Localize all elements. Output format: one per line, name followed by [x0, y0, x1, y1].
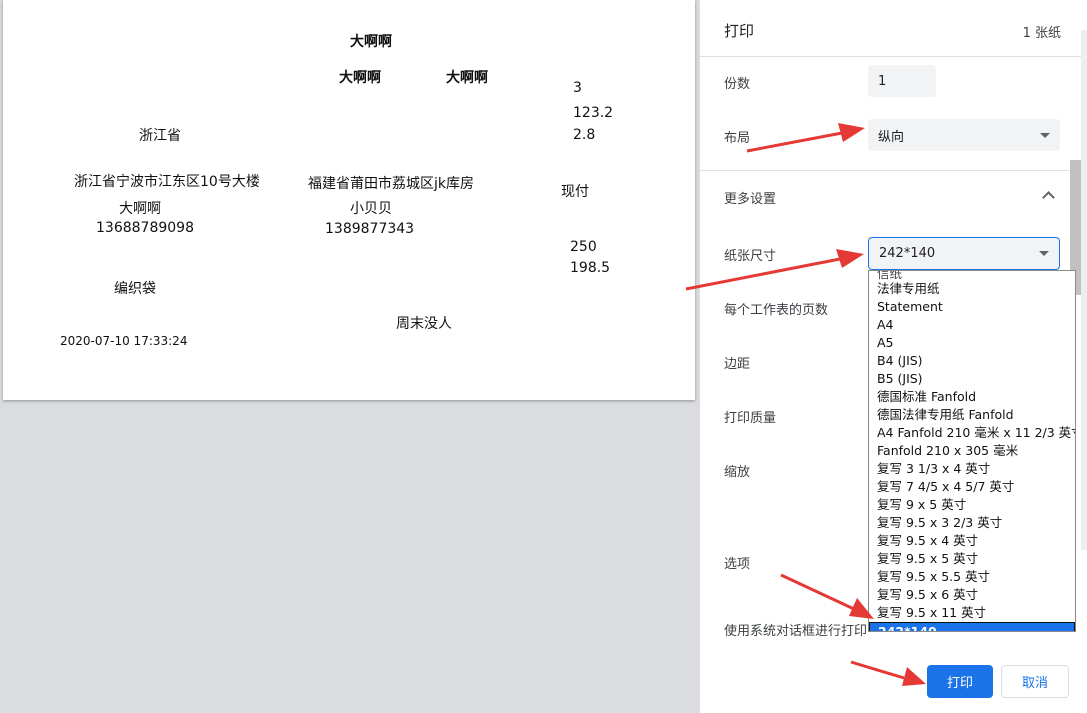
- arrow-to-selected-size: [780, 573, 855, 611]
- arrow-head: [902, 667, 926, 686]
- arrow-head: [838, 123, 865, 142]
- arrow-to-layout: [746, 131, 843, 153]
- arrow-to-print-button: [850, 660, 905, 680]
- arrow-head: [836, 249, 864, 268]
- annotation-arrows: [685, 123, 926, 686]
- arrow-head: [849, 598, 874, 619]
- arrow-to-paper-size: [685, 257, 841, 291]
